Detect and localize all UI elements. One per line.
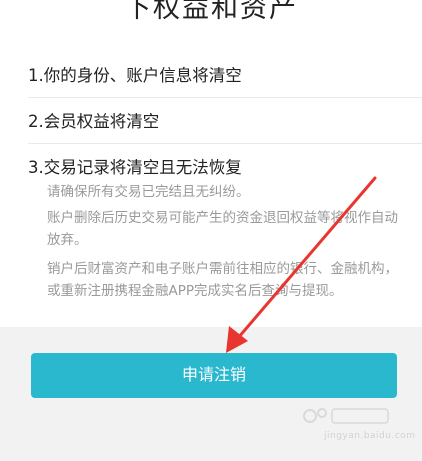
- list-item-transactions: 3.交易记录将清空且无法恢复: [28, 158, 242, 177]
- list-item-identity: 1.你的身份、账户信息将清空: [28, 66, 242, 85]
- watermark-text: jingyan.baidu.com: [324, 431, 416, 441]
- list-item-membership: 2.会员权益将清空: [28, 112, 160, 131]
- detail-text-assets: 销户后财富资产和电子账户需前往相应的银行、金融机构，或重新注册携程金融APP完成…: [47, 261, 398, 299]
- baidu-jingyan-logo: [303, 408, 389, 424]
- divider: [28, 143, 422, 144]
- divider: [28, 97, 422, 98]
- detail-text-disputes: 请确保所有交易已完结且无纠纷。: [47, 184, 250, 200]
- apply-cancel-account-button[interactable]: 申请注销: [31, 353, 397, 398]
- page-title: 下权益和资产: [124, 0, 298, 24]
- watermark: jingyan.baidu.com: [302, 405, 415, 445]
- detail-text-refunds: 账户删除后历史交易可能产生的资金退回权益等将视作自动放弃。: [47, 210, 398, 248]
